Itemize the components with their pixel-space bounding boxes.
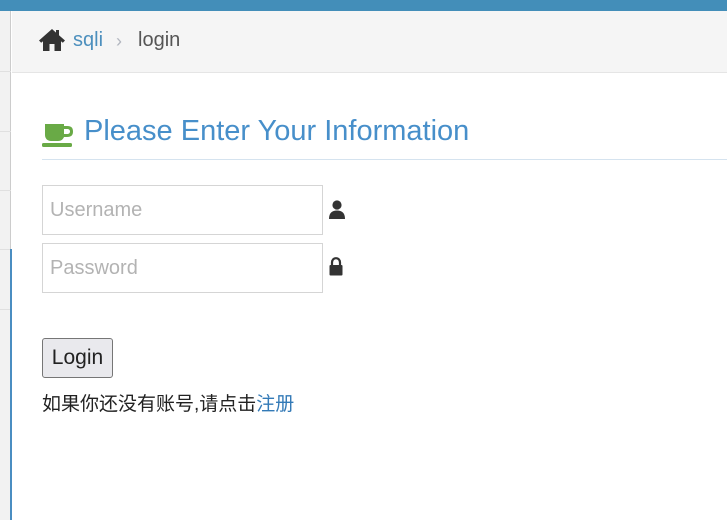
- coffee-icon: [42, 124, 73, 147]
- login-button[interactable]: Login: [42, 338, 113, 378]
- register-link[interactable]: 注册: [256, 394, 294, 415]
- username-input[interactable]: [42, 185, 323, 235]
- sidebar-divider: [0, 190, 11, 191]
- home-icon[interactable]: [38, 28, 66, 52]
- lock-icon: [329, 257, 343, 276]
- breadcrumb-link-sqli[interactable]: sqli: [73, 29, 103, 52]
- breadcrumb-separator: ›: [116, 31, 122, 51]
- register-prompt: 如果你还没有账号,请点击注册: [42, 389, 294, 416]
- breadcrumb: sqli › login: [12, 11, 727, 73]
- top-navbar: [0, 0, 727, 11]
- main-content: sqli › login Please Enter Your Informati…: [12, 11, 727, 520]
- register-prompt-text: 如果你还没有账号,请点击: [42, 394, 257, 415]
- user-icon: [329, 200, 345, 219]
- page-header: Please Enter Your Information: [42, 115, 727, 160]
- sidebar-divider: [0, 131, 11, 132]
- breadcrumb-current: login: [138, 29, 181, 51]
- sidebar-divider: [0, 71, 11, 72]
- page-title: Please Enter Your Information: [84, 115, 470, 147]
- password-input[interactable]: [42, 243, 323, 293]
